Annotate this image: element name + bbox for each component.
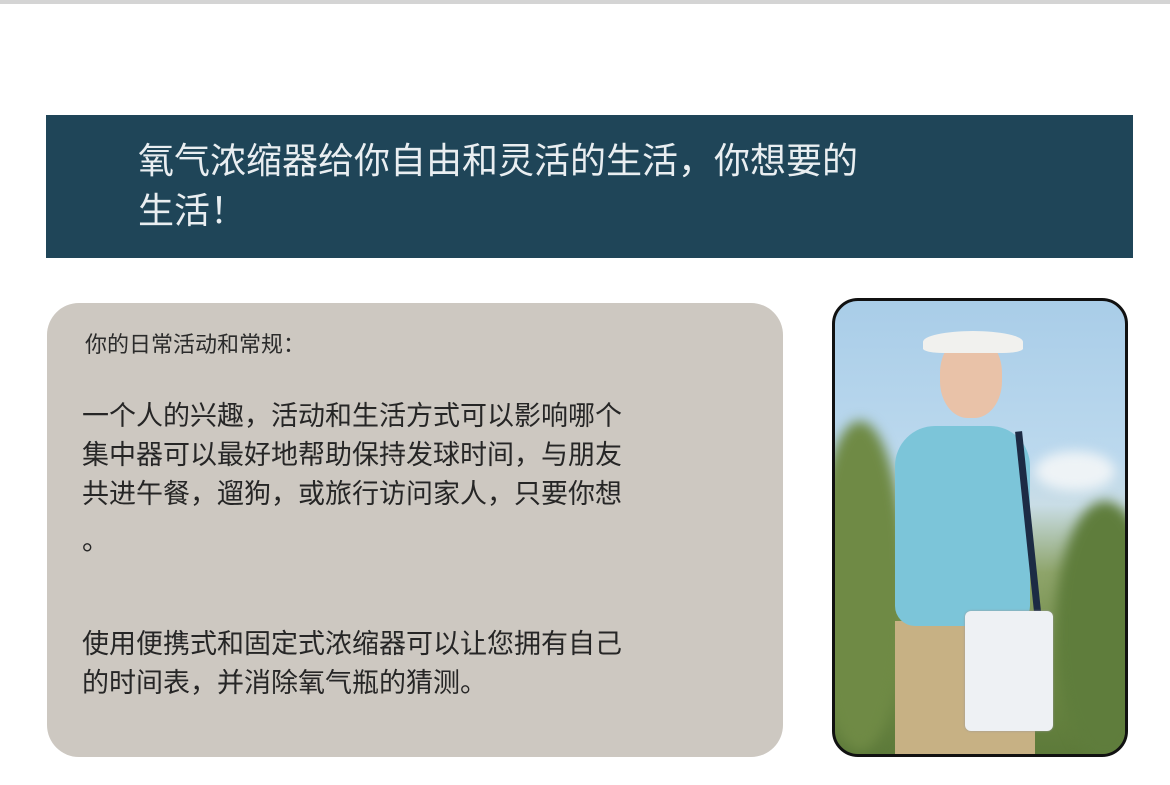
woman-with-portable-oxygen-concentrator-photo — [832, 298, 1128, 757]
title-banner: 氧气浓缩器给你自由和灵活的生活，你想要的 生活！ — [46, 115, 1133, 258]
paragraph-1: 一个人的兴趣，活动和生活方式可以影响哪个 集中器可以最好地帮助保持发球时间，与朋… — [82, 397, 622, 561]
text-line: 使用便携式和固定式浓缩器可以让您拥有自己 — [82, 629, 622, 660]
card-heading: 你的日常活动和常规： — [85, 333, 306, 358]
title-line: 氧气浓缩器给你自由和灵活的生活，你想要的 — [138, 141, 859, 182]
shirt — [895, 426, 1030, 626]
top-edge — [0, 0, 1170, 4]
paragraph-2: 使用便携式和固定式浓缩器可以让您拥有自己 的时间表，并消除氧气瓶的猜测。 — [82, 625, 622, 703]
text-line: 共进午餐，遛狗，或旅行访问家人，只要你想 — [82, 479, 622, 510]
cloud — [1035, 451, 1115, 491]
title-line: 生活！ — [138, 191, 247, 232]
text-line: 一个人的兴趣，活动和生活方式可以影响哪个 — [82, 401, 622, 432]
text-line: 。 — [82, 526, 109, 557]
page-title: 氧气浓缩器给你自由和灵活的生活，你想要的 生活！ — [138, 137, 1038, 237]
text-line: 的时间表，并消除氧气瓶的猜测。 — [82, 668, 487, 699]
oxygen-concentrator-device — [965, 611, 1053, 731]
info-card: 你的日常活动和常规： 一个人的兴趣，活动和生活方式可以影响哪个 集中器可以最好地… — [47, 303, 783, 757]
visor — [923, 331, 1023, 353]
tree-foliage — [1055, 501, 1125, 754]
text-line: 集中器可以最好地帮助保持发球时间，与朋友 — [82, 440, 622, 471]
